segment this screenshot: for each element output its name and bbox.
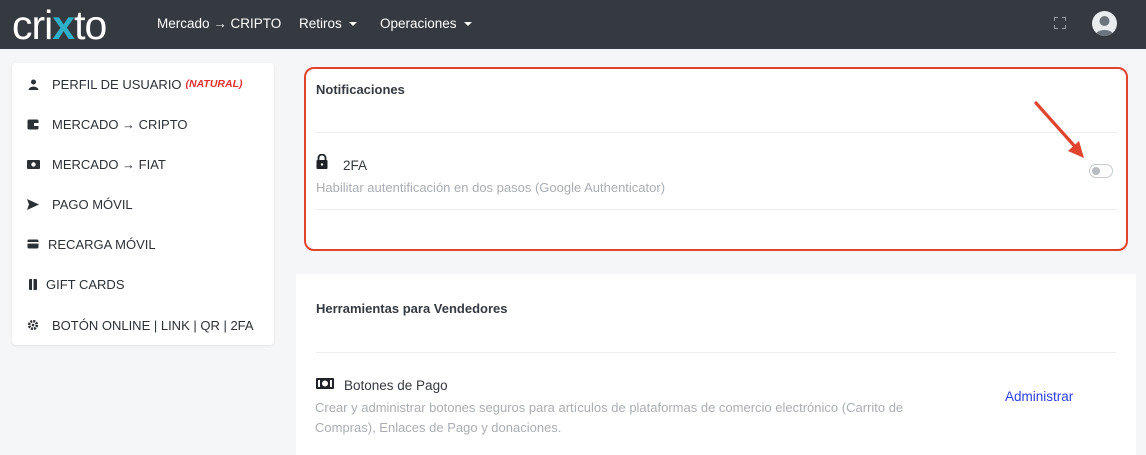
sidebar: PERFIL DE USUARIO (NATURAL) MERCADO → CR…	[12, 63, 274, 345]
twofa-description: Habilitar autentificación en dos pasos (…	[316, 180, 666, 195]
money-icon	[316, 376, 334, 394]
gear-icon	[26, 318, 40, 332]
nav-operaciones-label: Operaciones	[380, 16, 457, 31]
sidebar-item-label: PERFIL DE USUARIO	[52, 76, 182, 92]
lock-icon	[316, 153, 328, 174]
nav-mercado-cripto[interactable]: Mercado → CRIPTO	[157, 16, 281, 31]
sidebar-item-recarga-movil[interactable]: RECARGA MÓVIL	[26, 234, 156, 254]
nav-mercado-cripto-label: Mercado → CRIPTO	[157, 16, 282, 31]
notifications-title: Notificaciones	[316, 82, 405, 97]
sidebar-item-boton-online[interactable]: BOTÓN ONLINE | LINK | QR | 2FA	[26, 315, 254, 335]
logo-text-x: x	[52, 2, 75, 48]
annotation-arrow-icon	[1034, 101, 1084, 158]
sidebar-item-mercado-fiat[interactable]: MERCADO → FIAT	[26, 154, 166, 174]
payment-buttons-description-line1: Crear y administrar botones seguros para…	[315, 400, 904, 415]
manage-payment-buttons-link[interactable]: Administrar	[1005, 389, 1073, 404]
caret-down-icon	[463, 22, 472, 26]
card-icon	[26, 237, 40, 251]
wallet-icon	[26, 117, 40, 131]
payment-buttons-title: Botones de Pago	[344, 378, 448, 393]
divider	[316, 132, 1118, 133]
sidebar-item-label: GIFT CARDS	[46, 276, 125, 292]
sidebar-item-gift-cards[interactable]: GIFT CARDS	[26, 274, 125, 294]
notifications-card: Notificaciones 2FA Habilitar autentifica…	[304, 67, 1128, 251]
sidebar-item-pago-movil[interactable]: PAGO MÓVIL	[26, 194, 133, 214]
nav-retiros-label: Retiros	[299, 16, 342, 31]
logo-text-end: to	[74, 2, 107, 48]
money-icon	[26, 157, 40, 171]
caret-down-icon	[348, 22, 357, 26]
user-avatar[interactable]	[1092, 11, 1117, 36]
twofa-title: 2FA	[343, 158, 368, 173]
divider	[316, 209, 1118, 210]
nav-operaciones-dropdown[interactable]: Operaciones	[380, 16, 472, 31]
sidebar-item-perfil[interactable]: PERFIL DE USUARIO (NATURAL)	[26, 74, 243, 94]
top-navbar: crixto Mercado → CRIPTO Retiros Operacio…	[0, 0, 1146, 49]
user-icon	[26, 77, 40, 91]
sidebar-item-label: BOTÓN ONLINE | LINK | QR | 2FA	[52, 317, 254, 333]
fullscreen-icon[interactable]	[1054, 17, 1066, 29]
sidebar-item-label: MERCADO → FIAT	[52, 156, 166, 172]
divider	[316, 352, 1116, 353]
logo-text-start: cri	[12, 2, 53, 48]
nav-retiros-dropdown[interactable]: Retiros	[299, 16, 357, 31]
toggle-knob	[1092, 167, 1100, 175]
seller-tools-card: Herramientas para Vendedores Botones de …	[296, 274, 1136, 455]
crixto-logo[interactable]: crixto	[12, 2, 107, 48]
sidebar-item-label: RECARGA MÓVIL	[48, 236, 156, 252]
user-avatar-icon	[1095, 16, 1114, 36]
sidebar-item-mercado-cripto[interactable]: MERCADO → CRIPTO	[26, 114, 188, 134]
giftcard-icon	[26, 277, 40, 291]
sidebar-item-label: MERCADO → CRIPTO	[52, 116, 188, 132]
sidebar-item-label: PAGO MÓVIL	[52, 196, 133, 212]
payment-buttons-description-line2: Compras), Enlaces de Pago y donaciones.	[315, 420, 562, 435]
twofa-toggle-switch[interactable]	[1089, 164, 1113, 178]
seller-tools-title: Herramientas para Vendedores	[316, 301, 508, 316]
send-icon	[26, 197, 40, 211]
account-type-tag: (NATURAL)	[185, 78, 243, 90]
